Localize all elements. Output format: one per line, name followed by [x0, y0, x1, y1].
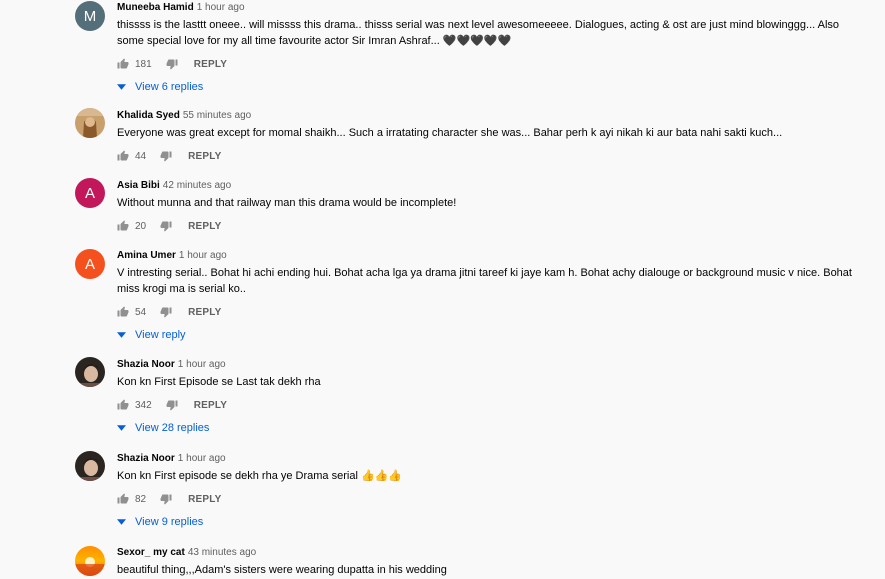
comment-text: thissss is the lasttt oneee.. will misss…: [117, 19, 840, 47]
like-count: 342: [135, 399, 152, 411]
comment-time[interactable]: 43 minutes ago: [188, 547, 256, 558]
avatar[interactable]: A: [75, 178, 105, 208]
comment-header: Asia Bibi 42 minutes ago: [117, 179, 865, 192]
author-name[interactable]: Amina Umer: [117, 250, 176, 261]
view-replies-label: View 9 replies: [135, 516, 204, 528]
author-name[interactable]: Shazia Noor: [117, 359, 175, 370]
caret-down-icon: [117, 84, 126, 90]
avatar-letter: A: [84, 184, 95, 202]
comment-actions: 181 REPLY: [117, 55, 865, 73]
caret-down-icon: [117, 519, 126, 525]
reply-button[interactable]: REPLY: [194, 400, 227, 411]
reply-button[interactable]: REPLY: [188, 221, 221, 232]
reply-button[interactable]: REPLY: [194, 59, 227, 70]
avatar-letter: A: [84, 255, 95, 273]
comment-time[interactable]: 1 hour ago: [179, 250, 227, 261]
comment-time[interactable]: 1 hour ago: [178, 453, 226, 464]
comment-text: Without munna and that railway man this …: [117, 197, 457, 209]
comment-header: Sexor_ my cat 43 minutes ago: [117, 546, 865, 559]
comment-actions: 54 REPLY: [117, 303, 865, 321]
comment-header: Khalida Syed 55 minutes ago: [117, 109, 865, 122]
thumbs-up-icon[interactable]: [117, 220, 129, 232]
avatar[interactable]: [75, 357, 105, 387]
author-name[interactable]: Asia Bibi: [117, 180, 160, 191]
like-count: 44: [135, 150, 147, 162]
thumbs-down-icon[interactable]: [166, 399, 178, 411]
view-replies-button[interactable]: View 28 replies: [117, 420, 865, 436]
caret-down-icon: [117, 425, 126, 431]
author-name[interactable]: Khalida Syed: [117, 110, 180, 121]
view-replies-label: View 6 replies: [135, 81, 204, 93]
thumbs-down-icon[interactable]: [160, 493, 172, 505]
comment-text: Kon kn First episode se dekh rha ye Dram…: [117, 470, 403, 482]
author-name[interactable]: Sexor_ my cat: [117, 547, 185, 558]
avatar[interactable]: [75, 546, 105, 576]
comment-header: Muneeba Hamid 1 hour ago: [117, 1, 865, 14]
comment-actions: 44 REPLY: [117, 147, 865, 165]
thumbs-down-icon[interactable]: [160, 150, 172, 162]
like-count: 82: [135, 493, 147, 505]
caret-down-icon: [117, 332, 126, 338]
comment-actions: 20 REPLY: [117, 217, 865, 235]
thumbs-up-icon[interactable]: [117, 493, 129, 505]
avatar[interactable]: M: [75, 1, 105, 31]
reply-button[interactable]: REPLY: [188, 307, 221, 318]
avatar[interactable]: [75, 108, 105, 138]
comment-text: beautiful thing,,,Adam's sisters were we…: [117, 564, 447, 576]
view-replies-button[interactable]: View 9 replies: [117, 514, 865, 530]
thumbs-up-icon[interactable]: [117, 150, 129, 162]
avatar-letter: M: [83, 7, 97, 25]
comment-header: Shazia Noor 1 hour ago: [117, 358, 865, 371]
author-name[interactable]: Shazia Noor: [117, 453, 175, 464]
comment-time[interactable]: 55 minutes ago: [183, 110, 251, 121]
thumbs-down-icon[interactable]: [160, 220, 172, 232]
thumbs-up-icon[interactable]: [117, 399, 129, 411]
comment-time[interactable]: 1 hour ago: [178, 359, 226, 370]
author-name[interactable]: Muneeba Hamid: [117, 2, 194, 13]
comment-time[interactable]: 1 hour ago: [197, 2, 245, 13]
reply-button[interactable]: REPLY: [188, 151, 221, 162]
comment-text: V intresting serial.. Bohat hi achi endi…: [117, 267, 852, 295]
avatar[interactable]: A: [75, 249, 105, 279]
comment-actions: 342 REPLY: [117, 396, 865, 414]
comment-actions: 82 REPLY: [117, 490, 865, 508]
comment-header: Amina Umer 1 hour ago: [117, 249, 865, 262]
avatar[interactable]: [75, 451, 105, 481]
thumbs-up-icon[interactable]: [117, 306, 129, 318]
thumbs-down-icon[interactable]: [166, 58, 178, 70]
comment-text: Everyone was great except for momal shai…: [117, 127, 783, 139]
view-replies-label: View reply: [135, 329, 186, 341]
comment-text: Kon kn First Episode se Last tak dekh rh…: [117, 376, 321, 388]
like-count: 181: [135, 58, 152, 70]
comment-time[interactable]: 42 minutes ago: [163, 180, 231, 191]
reply-button[interactable]: REPLY: [188, 494, 221, 505]
comment-header: Shazia Noor 1 hour ago: [117, 452, 865, 465]
thumbs-down-icon[interactable]: [160, 306, 172, 318]
thumbs-up-icon[interactable]: [117, 58, 129, 70]
like-count: 20: [135, 220, 147, 232]
view-replies-button[interactable]: View reply: [117, 327, 865, 343]
like-count: 54: [135, 306, 147, 318]
view-replies-button[interactable]: View 6 replies: [117, 79, 865, 95]
view-replies-label: View 28 replies: [135, 422, 210, 434]
